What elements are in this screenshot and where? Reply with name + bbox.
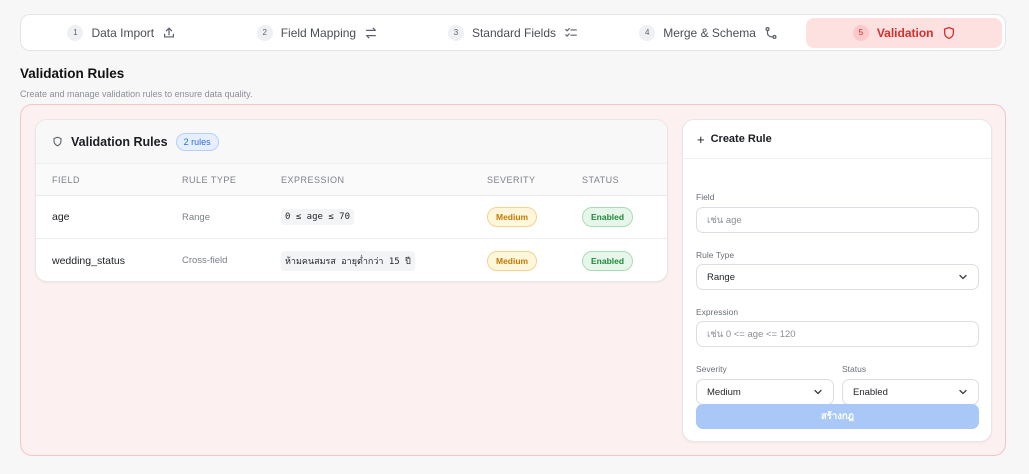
cell-rule-type: Range [182, 211, 210, 223]
step-number: 3 [447, 24, 464, 41]
step-label: Field Mapping [280, 25, 357, 40]
wizard-stepper: 1 Data Import 2 Field Mapping 3 Standard… [20, 14, 1006, 51]
create-rule-card: + Create Rule Field เช่น age Rule Type R… [682, 119, 992, 442]
step-data-import[interactable]: 1 Data Import [24, 18, 220, 48]
status-value: Enabled [853, 386, 888, 398]
create-rule-header: + Create Rule [683, 120, 991, 159]
rules-table-card: Validation Rules 2 rules FIELD RULE TYPE… [35, 119, 668, 282]
column-header-rule-type: RULE TYPE [182, 174, 237, 185]
table-header: FIELD RULE TYPE EXPRESSION SEVERITY STAT… [36, 164, 667, 196]
cell-field: wedding_status [52, 254, 125, 267]
page-title: Validation Rules [20, 66, 125, 81]
create-rule-button[interactable]: สร้างกฎ [696, 404, 979, 429]
create-rule-title: Create Rule [710, 133, 772, 145]
chevron-down-icon [813, 387, 823, 397]
rule-type-value: Range [707, 271, 735, 283]
status-badge[interactable]: Enabled [582, 207, 634, 227]
severity-label: Severity [696, 364, 727, 374]
chevron-down-icon [958, 387, 968, 397]
field-label: Field [696, 192, 715, 202]
table-row[interactable]: wedding_status Cross-field ห้ามคนสมรส อา… [36, 239, 667, 281]
step-number: 2 [256, 24, 273, 41]
status-badge[interactable]: Enabled [582, 250, 634, 271]
cell-expression: 0 ≤ age ≤ 70 [281, 209, 355, 225]
shield-icon [52, 136, 63, 147]
rule-type-select[interactable]: Range [696, 264, 979, 290]
status-label: Status [842, 364, 867, 374]
expression-label: Expression [696, 307, 739, 317]
severity-badge: Medium [487, 250, 538, 271]
column-header-expression: EXPRESSION [281, 174, 345, 185]
step-field-mapping[interactable]: 2 Field Mapping [220, 18, 416, 48]
step-label: Standard Fields [471, 25, 556, 40]
severity-value: Medium [707, 386, 741, 398]
field-input[interactable]: เช่น age [696, 207, 979, 233]
rules-card-header: Validation Rules 2 rules [36, 120, 667, 164]
plus-icon: + [697, 131, 705, 147]
cell-expression: ห้ามคนสมรส อายุต่ำกว่า 15 ปี [281, 250, 415, 271]
page-subtitle: Create and manage validation rules to en… [20, 89, 253, 99]
merge-icon [764, 26, 778, 40]
status-select[interactable]: Enabled [842, 379, 979, 405]
step-number: 4 [639, 24, 656, 41]
cell-field: age [52, 211, 70, 223]
step-validation[interactable]: 5 Validation [806, 17, 1002, 48]
checklist-icon [564, 26, 578, 40]
shield-icon [942, 26, 956, 40]
expression-input[interactable]: เช่น 0 <= age <= 120 [696, 321, 979, 347]
table-row[interactable]: age Range 0 ≤ age ≤ 70 Medium Enabled [36, 196, 667, 239]
chevron-down-icon [958, 272, 968, 282]
step-standard-fields[interactable]: 3 Standard Fields [415, 18, 611, 48]
validation-panel: Validation Rules 2 rules FIELD RULE TYPE… [20, 104, 1006, 456]
step-number: 1 [67, 24, 84, 41]
cell-rule-type: Cross-field [182, 255, 228, 266]
step-number: 5 [852, 24, 869, 41]
column-header-severity: SEVERITY [487, 174, 536, 185]
swap-arrows-icon [364, 26, 378, 40]
column-header-field: FIELD [52, 174, 81, 185]
step-label: Merge & Schema [663, 25, 756, 40]
severity-select[interactable]: Medium [696, 379, 834, 405]
upload-icon [162, 26, 176, 40]
column-header-status: STATUS [582, 174, 620, 185]
rule-type-label: Rule Type [696, 250, 735, 260]
rules-count-badge: 2 rules [175, 132, 219, 151]
rules-card-title: Validation Rules [71, 134, 168, 149]
step-label: Data Import [91, 25, 155, 40]
severity-badge: Medium [487, 207, 538, 227]
step-merge-schema[interactable]: 4 Merge & Schema [611, 18, 807, 48]
step-label: Validation [876, 25, 934, 40]
